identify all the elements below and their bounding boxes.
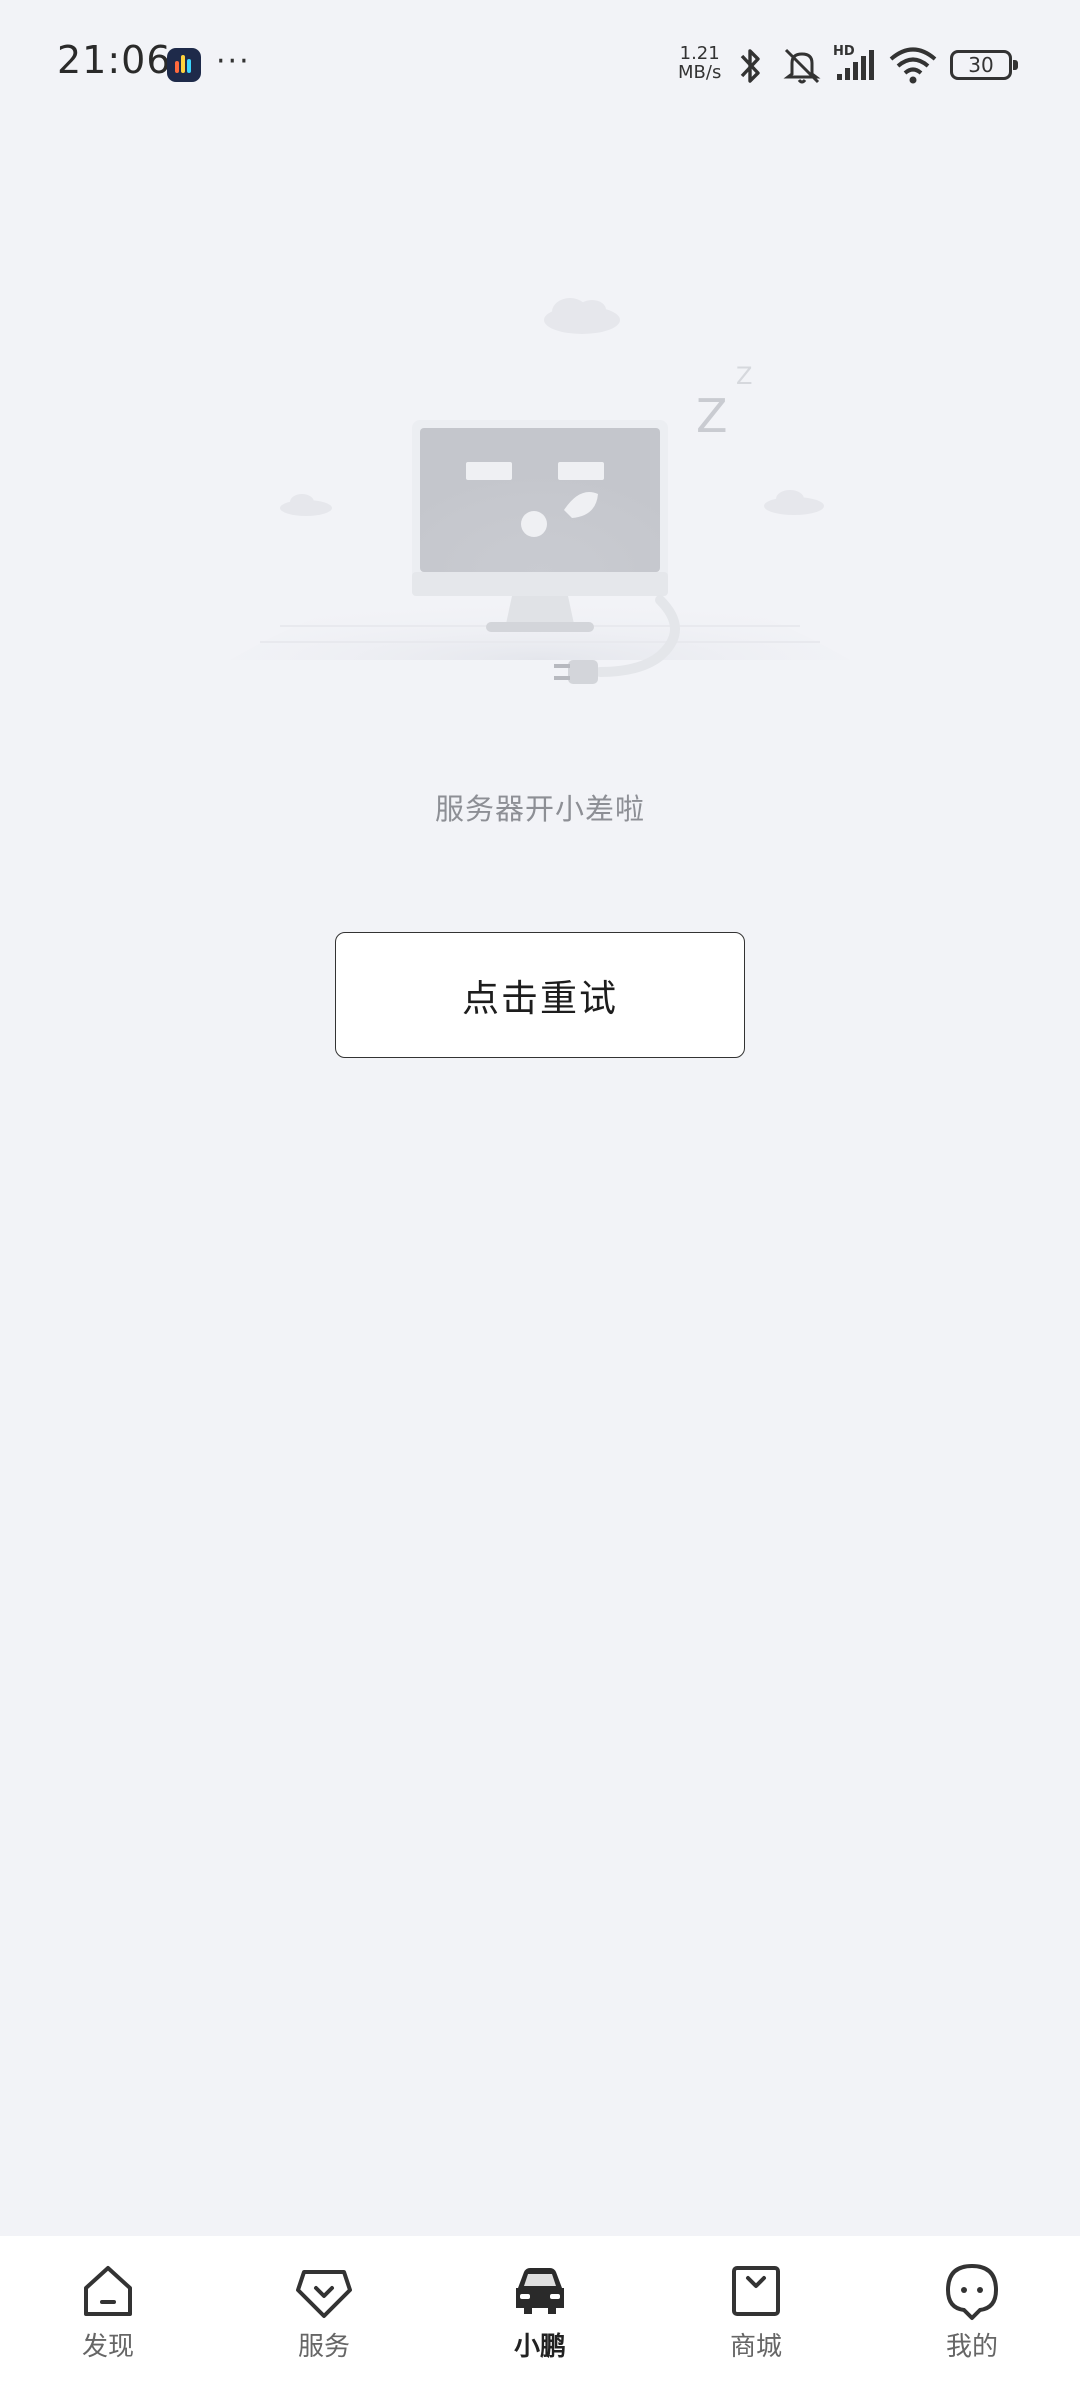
nav-item-service[interactable]: 服务 bbox=[216, 2236, 432, 2400]
wifi-icon bbox=[889, 47, 937, 84]
svg-text:Z: Z bbox=[696, 389, 728, 443]
more-notifications-icon: ··· bbox=[216, 44, 251, 79]
retry-button[interactable]: 点击重试 bbox=[335, 932, 745, 1058]
app-notification-icon bbox=[167, 48, 201, 82]
battery-indicator: 30 bbox=[950, 50, 1018, 80]
server-down-monitor-illustration: Z Z bbox=[230, 298, 850, 684]
bottom-navigation: 发现 服务 小鹏 商城 我的 bbox=[0, 2236, 1080, 2400]
nav-label-xpeng: 小鹏 bbox=[513, 2332, 566, 2362]
nav-item-xpeng[interactable]: 小鹏 bbox=[432, 2236, 648, 2400]
nav-label-service: 服务 bbox=[297, 2332, 350, 2362]
hd-signal-icon: HD bbox=[833, 44, 881, 84]
bluetooth-icon bbox=[740, 49, 760, 83]
home-icon bbox=[84, 2266, 132, 2316]
network-speed-unit: MB/s bbox=[678, 62, 722, 83]
status-time: 21:06 bbox=[57, 38, 172, 82]
network-speed: 1.21 MB/s bbox=[678, 44, 721, 92]
nav-label-me: 我的 bbox=[945, 2332, 998, 2362]
nav-label-mall: 商城 bbox=[729, 2332, 782, 2362]
svg-text:Z: Z bbox=[736, 362, 752, 390]
service-icon bbox=[296, 2270, 352, 2318]
car-icon bbox=[516, 2268, 564, 2314]
nav-item-mall[interactable]: 商城 bbox=[648, 2236, 864, 2400]
nav-item-discover[interactable]: 发现 bbox=[0, 2236, 216, 2400]
nav-item-me[interactable]: 我的 bbox=[864, 2236, 1080, 2400]
mute-icon bbox=[783, 48, 821, 84]
network-speed-value: 1.21 bbox=[679, 43, 720, 64]
error-message: 服务器开小差啦 bbox=[434, 792, 645, 826]
profile-icon bbox=[946, 2264, 998, 2320]
nav-label-discover: 发现 bbox=[81, 2332, 134, 2362]
shopping-bag-icon bbox=[732, 2266, 780, 2316]
status-bar: 21:06 ··· 1.21 MB/s HD 30 bbox=[0, 0, 1080, 130]
